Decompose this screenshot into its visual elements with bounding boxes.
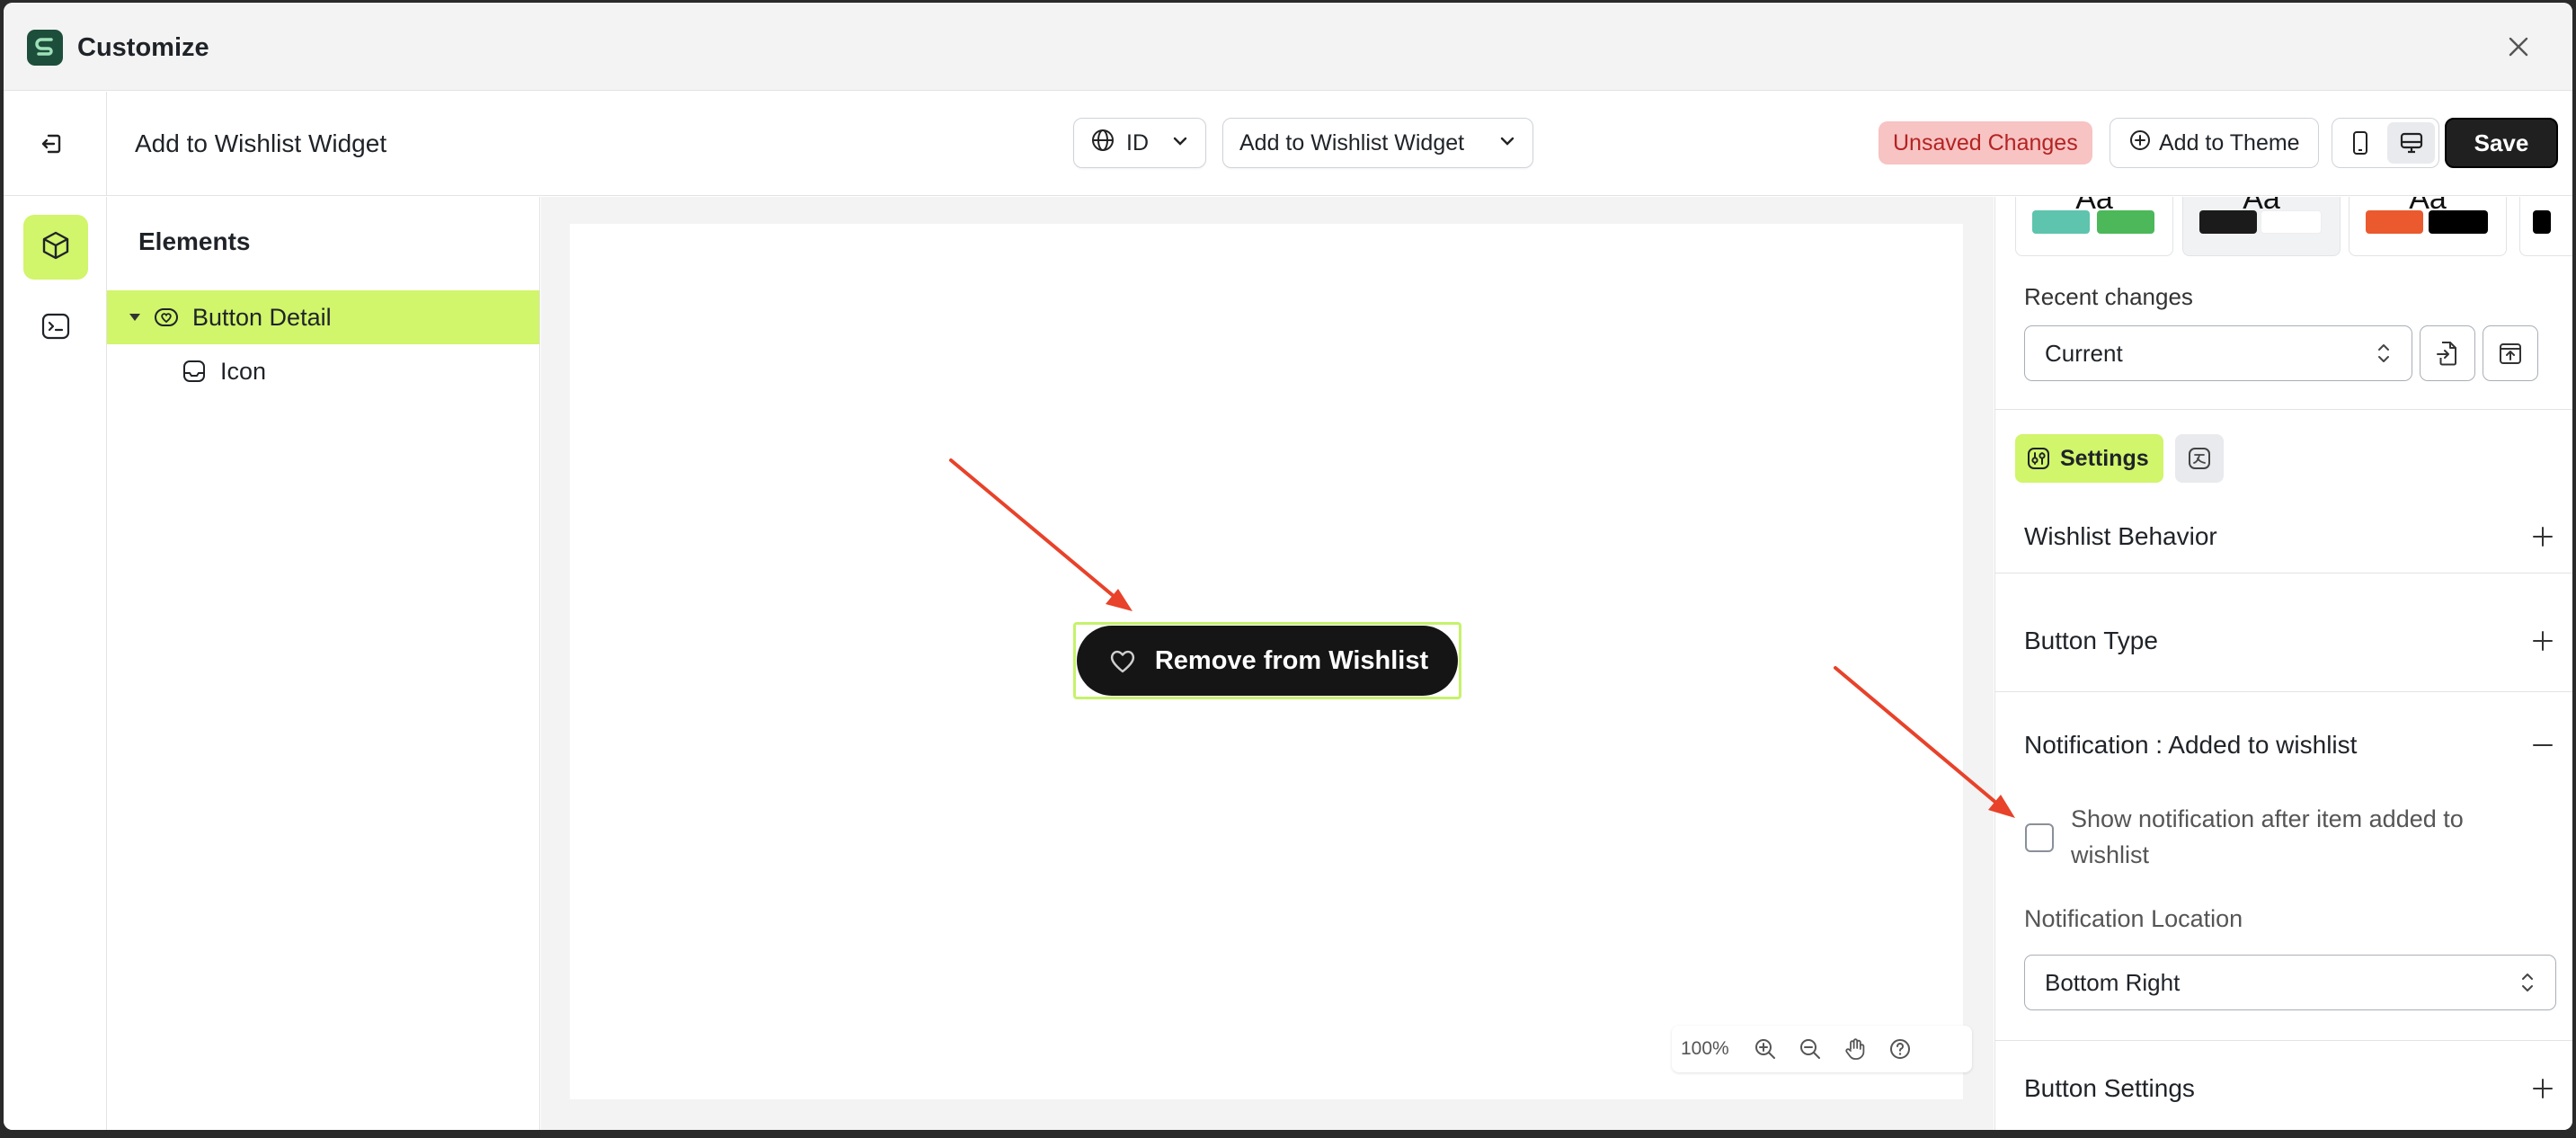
top-toolbar: Add to Wishlist Widget ID Add to Wishlis… (4, 92, 2572, 196)
theme-card[interactable] (2519, 197, 2572, 256)
widget-select-value: Add to Wishlist Widget (1239, 129, 1465, 156)
theme-card[interactable]: Aa (2015, 197, 2173, 256)
section-button-settings[interactable]: Button Settings (2024, 1062, 2554, 1116)
customizer-window: Customize Add to Wishlist Widget ID Add … (4, 3, 2572, 1130)
remove-from-wishlist-button[interactable]: Remove from Wishlist (1077, 626, 1458, 696)
notification-location-label: Notification Location (2024, 905, 2243, 932)
help-icon[interactable] (1884, 1033, 1916, 1065)
settings-panel: Aa Aa Aa Recent changes Current Settings… (1994, 197, 2572, 1130)
notification-location-select[interactable]: Bottom Right (2024, 955, 2556, 1010)
code-tab-button[interactable] (23, 296, 88, 360)
unsaved-changes-badge: Unsaved Changes (1879, 121, 2092, 164)
icon-element-icon (181, 358, 208, 385)
tab-settings[interactable]: Settings (2015, 434, 2163, 483)
chevron-down-icon (1171, 130, 1189, 156)
wishlist-button-label: Remove from Wishlist (1154, 645, 1429, 675)
import-file-button[interactable] (2420, 325, 2475, 381)
show-notification-checkbox[interactable] (2025, 823, 2054, 852)
tree-item-label: Button Detail (192, 303, 332, 331)
device-toggle (2332, 118, 2439, 168)
section-title: Button Type (2024, 627, 2158, 654)
color-swatch (2366, 210, 2423, 234)
color-swatch (2261, 210, 2322, 234)
notification-location-value: Bottom Right (2045, 968, 2181, 996)
upload-box-icon (2497, 340, 2524, 367)
tree-item-button-detail[interactable]: Button Detail (107, 290, 539, 344)
chevron-up-down-icon (2376, 341, 2392, 366)
recent-changes-select[interactable]: Current (2024, 325, 2412, 381)
zoom-out-icon[interactable] (1794, 1033, 1826, 1065)
heart-icon (1106, 645, 1139, 677)
caret-down-icon[interactable] (129, 314, 140, 321)
translate-icon (2187, 446, 2212, 471)
zoom-in-icon[interactable] (1749, 1033, 1781, 1065)
save-button[interactable]: Save (2445, 118, 2558, 168)
plus-icon[interactable] (2531, 629, 2554, 653)
color-swatch (2199, 210, 2257, 234)
panel-divider (1995, 409, 2572, 410)
mobile-view-button[interactable] (2336, 122, 2384, 164)
section-divider (1995, 1040, 2572, 1041)
plus-icon[interactable] (2531, 1077, 2554, 1100)
export-button[interactable] (2483, 325, 2538, 381)
section-title: Wishlist Behavior (2024, 522, 2217, 550)
heart-widget-icon (153, 304, 180, 331)
minus-icon[interactable] (2531, 733, 2554, 757)
app-logo-icon (27, 30, 63, 66)
show-notification-label: Show notification after item added to wi… (2071, 805, 2464, 868)
left-rail (4, 197, 107, 1130)
color-swatch (2032, 210, 2090, 234)
exit-icon[interactable] (36, 128, 68, 160)
file-import-icon (2435, 340, 2460, 367)
color-swatch (2097, 210, 2154, 234)
section-title: Notification : Added to wishlist (2024, 731, 2358, 759)
tree-item-label: Icon (220, 357, 267, 385)
terminal-icon (40, 310, 72, 347)
hand-pan-icon[interactable] (1839, 1033, 1871, 1065)
cube-icon (40, 229, 72, 266)
tab-settings-label: Settings (2060, 445, 2149, 471)
section-wishlist-behavior[interactable]: Wishlist Behavior (2024, 510, 2554, 564)
theme-card-active[interactable]: Aa (2182, 197, 2341, 256)
settings-sliders-icon (2026, 446, 2051, 471)
section-button-type[interactable]: Button Type (2024, 614, 2554, 668)
chevron-up-down-icon (2519, 970, 2536, 995)
desktop-view-button[interactable] (2387, 122, 2435, 164)
recent-changes-value: Current (2045, 339, 2123, 367)
language-value: ID (1126, 129, 1149, 156)
recent-changes-label: Recent changes (2024, 283, 2193, 310)
tab-translate[interactable] (2175, 434, 2224, 483)
title-bar: Customize (4, 3, 2572, 91)
section-title: Button Settings (2024, 1074, 2195, 1102)
section-notification-added[interactable]: Notification : Added to wishlist (2024, 718, 2554, 772)
globe-icon (1090, 128, 1115, 159)
page-heading: Add to Wishlist Widget (135, 129, 387, 157)
section-divider (1995, 691, 2572, 692)
close-icon[interactable] (2504, 32, 2533, 61)
plus-circle-icon (2128, 129, 2152, 158)
window-title: Customize (77, 33, 209, 62)
add-to-theme-button[interactable]: Add to Theme (2110, 118, 2319, 168)
tree-item-icon[interactable]: Icon (107, 344, 539, 398)
zoom-level: 100% (1681, 1038, 1729, 1059)
chevron-down-icon (1498, 130, 1516, 156)
elements-tab-button[interactable] (23, 215, 88, 280)
plus-icon[interactable] (2531, 525, 2554, 548)
color-swatch (2533, 210, 2551, 234)
theme-card[interactable]: Aa (2349, 197, 2507, 256)
language-select[interactable]: ID (1073, 118, 1206, 168)
elements-title: Elements (138, 227, 251, 255)
add-to-theme-label: Add to Theme (2159, 129, 2300, 156)
color-swatch (2429, 210, 2488, 234)
toolbar-divider (106, 92, 107, 196)
zoom-toolbar: 100% (1672, 1026, 1972, 1072)
elements-panel: Elements Button Detail Icon (107, 197, 540, 1130)
widget-select[interactable]: Add to Wishlist Widget (1222, 118, 1533, 168)
